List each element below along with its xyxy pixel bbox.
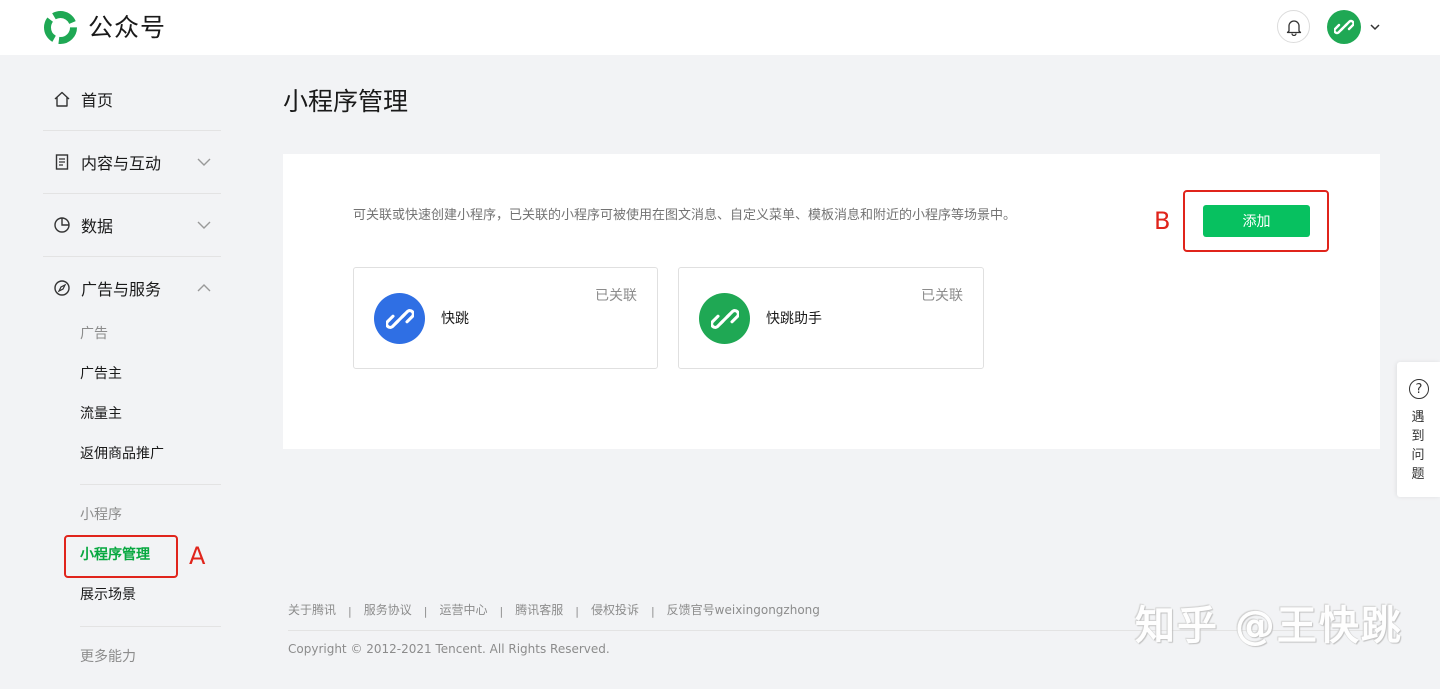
chevron-down-icon[interactable]	[196, 217, 212, 233]
help-icon: ?	[1409, 379, 1429, 399]
chevron-down-icon[interactable]	[1368, 19, 1382, 33]
footer-separator: |	[575, 605, 579, 618]
card-status: 已关联	[595, 288, 637, 304]
sidebar-caption-ads: 广告	[80, 326, 108, 342]
compass-icon	[53, 279, 71, 297]
sidebar-caption-mini: 小程序	[80, 507, 122, 523]
footer-link-support[interactable]: 腾讯客服	[515, 601, 563, 619]
footer-separator: |	[499, 605, 504, 618]
help-label: 遇到问题	[1411, 410, 1425, 482]
chevron-down-icon[interactable]	[196, 154, 212, 170]
sidebar-item-label: 内容与互动	[81, 154, 162, 173]
divider	[43, 193, 221, 194]
sidebar-item-label: 数据	[81, 217, 114, 236]
annotation-label-a: A	[189, 542, 206, 570]
home-icon	[53, 90, 71, 108]
footer-link-about[interactable]: 关于腾讯	[288, 601, 336, 619]
watermark: 知乎 @王快跳	[1135, 603, 1403, 649]
footer-separator: |	[423, 605, 428, 618]
sidebar-item-publisher[interactable]: 流量主	[80, 404, 122, 424]
bell-icon[interactable]	[1277, 10, 1310, 43]
sidebar-item-advertiser[interactable]: 广告主	[80, 364, 122, 384]
footer-link-infringement[interactable]: 侵权投诉	[591, 601, 639, 619]
help-floater[interactable]: ? 遇到问题	[1397, 362, 1440, 497]
footer-separator: |	[348, 605, 352, 618]
card-name: 快跳助手	[766, 311, 822, 327]
chevron-up-icon[interactable]	[196, 280, 212, 296]
document-icon	[53, 153, 71, 171]
divider	[80, 626, 221, 627]
sidebar-item-data[interactable]: 数据	[53, 213, 113, 237]
avatar[interactable]	[1327, 10, 1361, 44]
link-icon	[699, 293, 750, 344]
footer-link-terms[interactable]: 服务协议	[364, 601, 412, 619]
sidebar-item-home[interactable]: 首页	[53, 87, 113, 111]
footer-link-operations[interactable]: 运营中心	[439, 601, 487, 619]
sidebar-caption-more: 更多能力	[80, 649, 136, 665]
top-bar: 公众号	[0, 0, 1440, 55]
card-name: 快跳	[441, 311, 469, 327]
add-button[interactable]: 添加	[1203, 205, 1310, 237]
sidebar-item-label: 广告与服务	[81, 280, 162, 299]
description-text: 可关联或快速创建小程序，已关联的小程序可被使用在图文消息、自定义菜单、模板消息和…	[353, 208, 1017, 223]
sidebar-item-content[interactable]: 内容与互动	[53, 150, 161, 174]
annotation-label-b: B	[1154, 207, 1171, 235]
divider	[80, 484, 221, 485]
annotation-box-a	[64, 535, 178, 578]
sidebar-item-label: 首页	[81, 91, 114, 110]
link-icon	[1334, 19, 1354, 35]
mini-program-card[interactable]: 快跳助手 已关联	[678, 267, 984, 369]
sidebar-item-showcase[interactable]: 展示场景	[80, 585, 136, 605]
brand-title[interactable]: 公众号	[88, 10, 166, 45]
footer-link-feedback[interactable]: 反馈官号weixingongzhong	[667, 601, 820, 619]
link-icon	[374, 293, 425, 344]
footer-links: 关于腾讯 | 服务协议 | 运营中心 | 腾讯客服 | 侵权投诉 | 反馈官号w…	[288, 601, 820, 619]
page-title: 小程序管理	[283, 87, 409, 116]
pie-chart-icon	[53, 216, 71, 234]
sidebar-item-commission[interactable]: 返佣商品推广	[80, 444, 164, 464]
mini-program-card[interactable]: 快跳 已关联	[353, 267, 658, 369]
copyright-text: Copyright © 2012-2021 Tencent. All Right…	[288, 642, 610, 656]
divider	[43, 256, 221, 257]
card-status: 已关联	[921, 288, 963, 304]
divider	[43, 130, 221, 131]
sidebar-item-ads[interactable]: 广告与服务	[53, 276, 161, 300]
footer-separator: |	[650, 605, 655, 618]
wechat-mp-logo-icon[interactable]	[43, 10, 78, 45]
